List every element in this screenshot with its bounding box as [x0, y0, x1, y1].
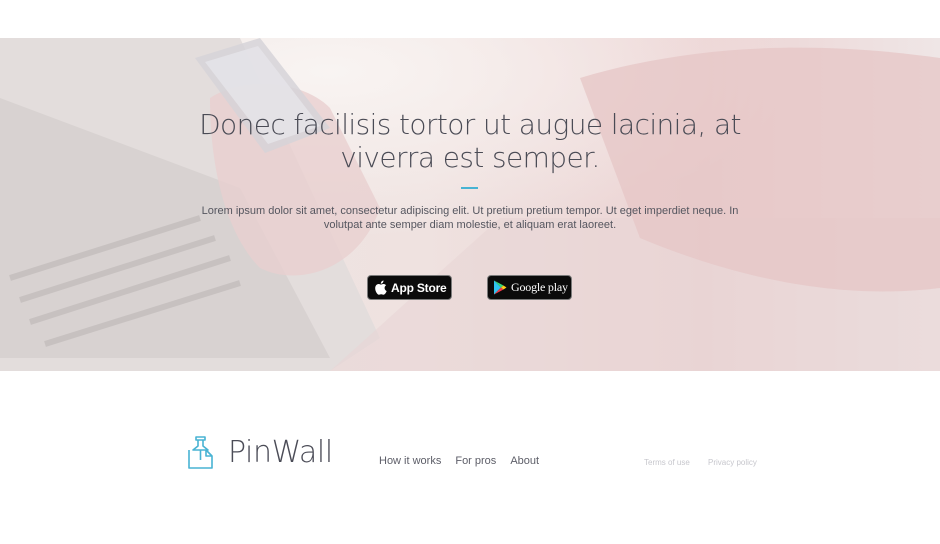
app-store-label: App Store [391, 280, 447, 295]
footer-nav: How it works For pros About [379, 455, 553, 467]
terms-of-use-link[interactable]: Terms of use [644, 458, 690, 467]
pin-icon [188, 435, 213, 469]
hero-description: Lorem ipsum dolor sit amet, consectetur … [201, 205, 739, 231]
hero-section: Donec facilisis tortor ut augue lacinia,… [0, 38, 940, 371]
nav-link-about[interactable]: About [510, 455, 539, 467]
google-play-icon [494, 280, 507, 295]
brand-name: PinWall [228, 435, 333, 470]
google-play-button[interactable]: Google play [487, 275, 572, 300]
nav-link-how-it-works[interactable]: How it works [379, 455, 441, 467]
app-store-button[interactable]: App Store [367, 275, 452, 300]
nav-link-for-pros[interactable]: For pros [455, 455, 496, 467]
apple-icon [375, 280, 387, 295]
privacy-policy-link[interactable]: Privacy policy [708, 458, 757, 467]
footer-logo[interactable]: PinWall [188, 435, 333, 470]
hero-divider [461, 187, 478, 189]
google-play-label: Google play [511, 280, 568, 294]
hero-title: Donec facilisis tortor ut augue lacinia,… [199, 108, 741, 174]
